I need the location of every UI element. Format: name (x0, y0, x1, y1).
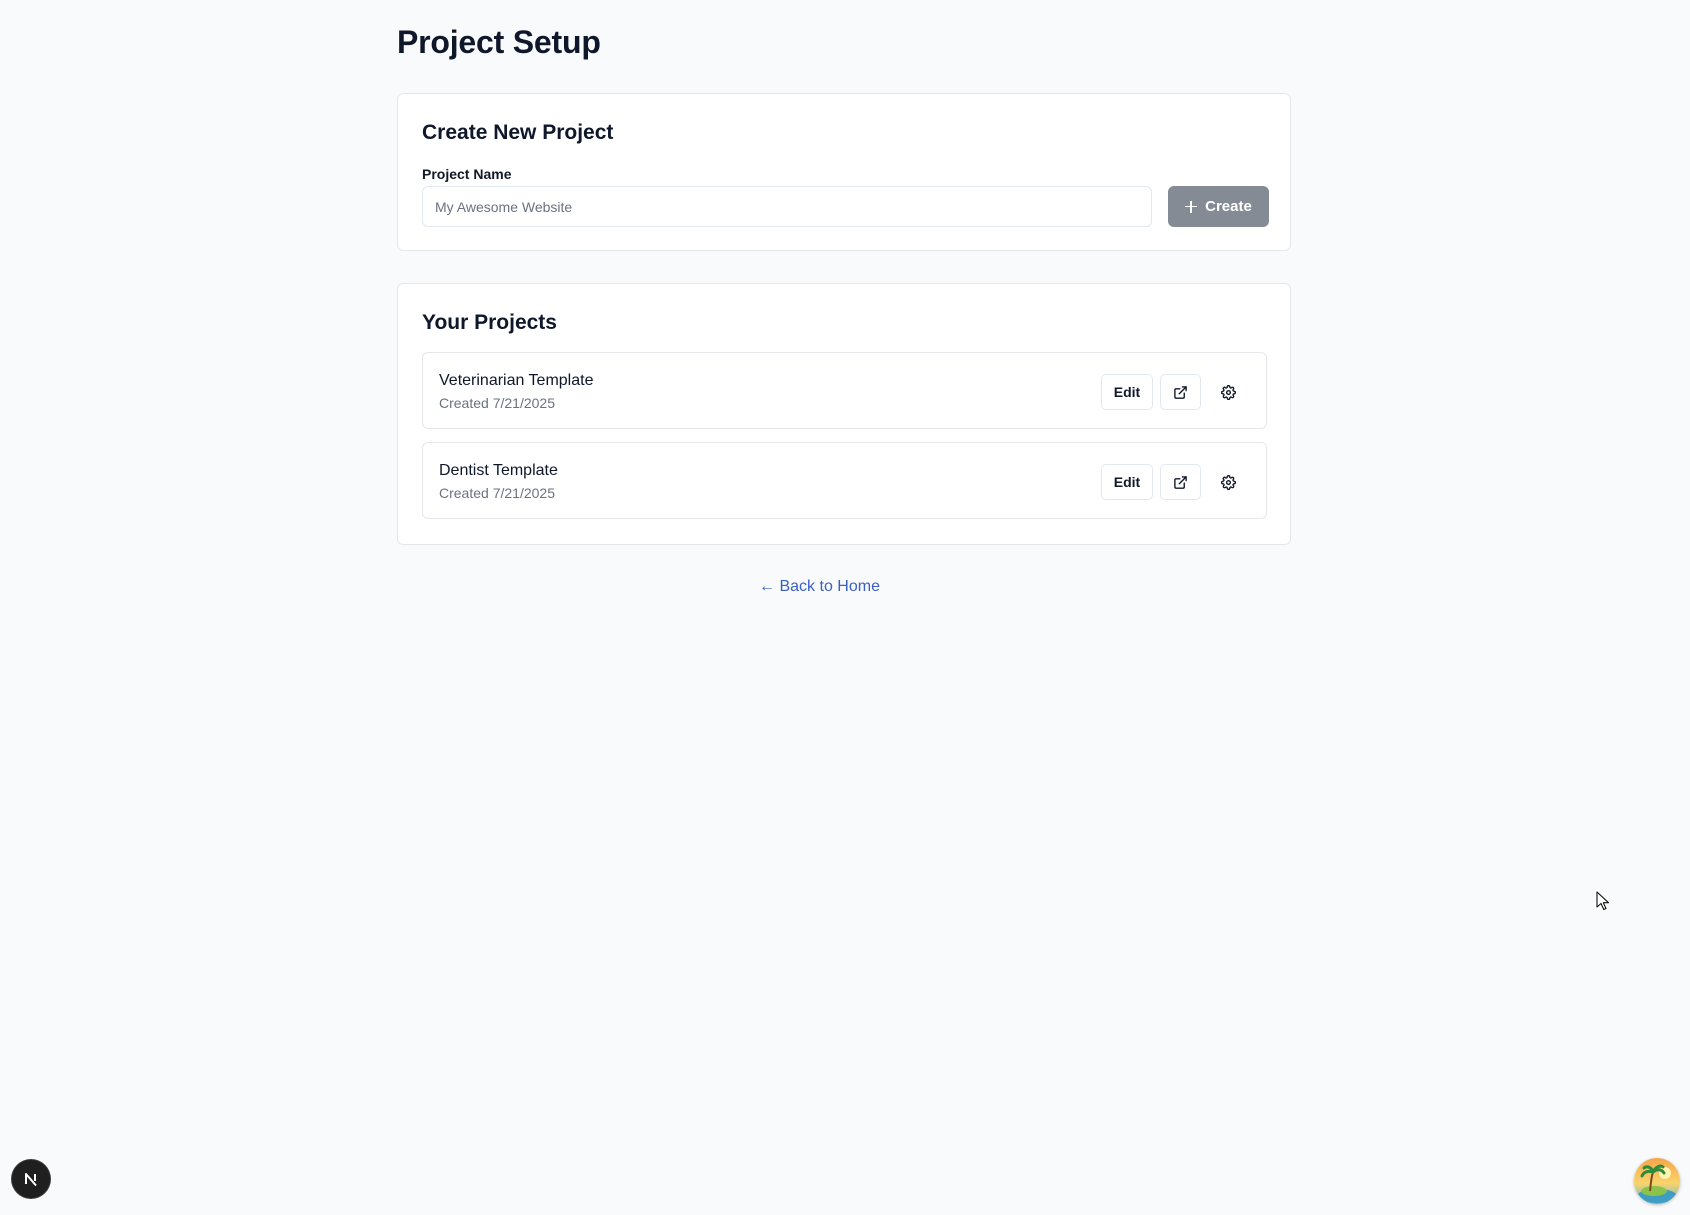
page: Project Setup Create New Project Project… (0, 0, 1690, 1215)
project-name-label: Project Name (422, 166, 512, 182)
external-link-icon (1174, 475, 1187, 489)
page-title: Project Setup (397, 24, 601, 60)
back-to-home-link[interactable]: ← Back to Home (397, 578, 1242, 596)
your-projects-card: Your Projects Veterinarian Template Crea… (397, 283, 1291, 545)
project-name: Veterinarian Template (439, 372, 594, 389)
open-project-button[interactable] (1160, 374, 1201, 410)
edit-button[interactable]: Edit (1101, 464, 1153, 500)
edit-button[interactable]: Edit (1101, 374, 1153, 410)
nextjs-dev-badge[interactable] (12, 1160, 50, 1198)
project-created-date: Created 7/21/2025 (439, 395, 555, 411)
project-row: Dentist Template Created 7/21/2025 Edit (422, 442, 1267, 519)
plus-icon (1185, 200, 1198, 213)
island-avatar-icon (1634, 1158, 1680, 1204)
nextjs-logo-icon (25, 1173, 37, 1187)
your-projects-heading: Your Projects (422, 311, 557, 334)
settings-button[interactable] (1208, 464, 1249, 500)
mouse-cursor-icon (1596, 891, 1610, 911)
create-project-card: Create New Project Project Name Create (397, 93, 1291, 251)
avatar[interactable] (1634, 1158, 1680, 1204)
project-name-input[interactable] (422, 186, 1152, 227)
gear-icon (1221, 474, 1236, 490)
external-link-icon (1174, 385, 1187, 399)
create-project-heading: Create New Project (422, 121, 614, 144)
create-button[interactable]: Create (1168, 186, 1269, 227)
settings-button[interactable] (1208, 374, 1249, 410)
project-created-date: Created 7/21/2025 (439, 485, 555, 501)
project-row: Veterinarian Template Created 7/21/2025 … (422, 352, 1267, 429)
project-name: Dentist Template (439, 462, 558, 479)
gear-icon (1221, 384, 1236, 400)
create-button-label: Create (1205, 198, 1252, 215)
back-to-home-label: ← Back to Home (759, 578, 880, 595)
open-project-button[interactable] (1160, 464, 1201, 500)
